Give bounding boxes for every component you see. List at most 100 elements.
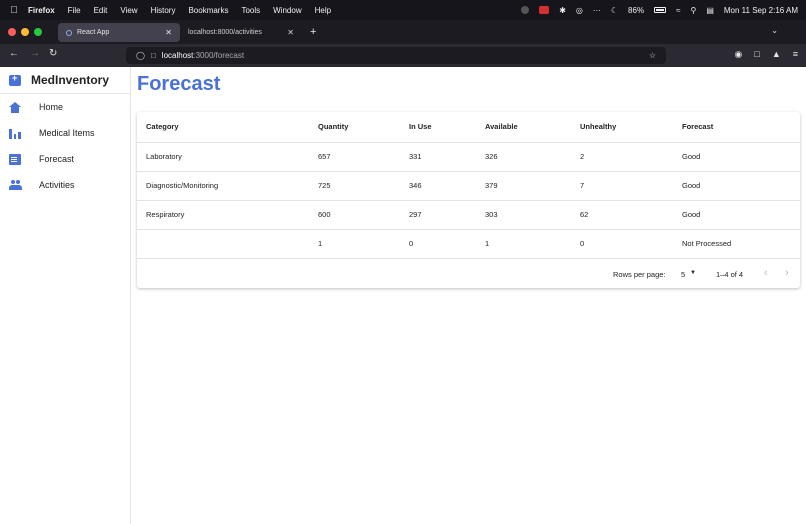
- sidebar-item-medical-items[interactable]: Medical Items: [0, 120, 130, 146]
- menu-history[interactable]: History: [151, 6, 176, 15]
- column-header-in-use: In Use: [400, 112, 476, 143]
- page-info-icon[interactable]: □: [151, 51, 156, 60]
- document-icon: [9, 153, 21, 165]
- pagination-range: 1–4 of 4: [716, 270, 744, 279]
- toolbar-icons: ◉ □ ▲ ≡: [735, 49, 798, 60]
- extensions-icon[interactable]: □: [754, 49, 759, 60]
- cell-in-use: 297: [400, 200, 476, 230]
- sidebar-item-label: Activities: [39, 180, 75, 190]
- cell-unhealthy: 7: [571, 171, 673, 201]
- control-center-icon[interactable]: ▤: [706, 6, 714, 15]
- close-tab-icon[interactable]: ✕: [287, 28, 294, 37]
- cell-unhealthy: 62: [571, 200, 673, 230]
- notification-badge-icon[interactable]: [539, 6, 550, 14]
- cell-forecast: Not Processed: [673, 229, 800, 259]
- reload-icon[interactable]: ↻: [49, 48, 57, 59]
- brand-name: MedInventory: [31, 73, 110, 87]
- cell-category: [137, 229, 309, 259]
- macos-menubar:  Firefox File Edit View History Bookmar…: [0, 0, 806, 20]
- close-window-button[interactable]: [8, 28, 16, 36]
- column-header-quantity: Quantity: [309, 112, 400, 143]
- tab-react-app[interactable]: React App ✕: [58, 23, 180, 42]
- rows-per-page-label: Rows per page:: [613, 270, 666, 279]
- maximize-window-button[interactable]: [34, 28, 42, 36]
- url-host: localhost: [161, 51, 194, 60]
- cell-available: 1: [476, 229, 571, 259]
- sidebar-item-label: Home: [39, 102, 64, 112]
- cell-in-use: 0: [400, 229, 476, 259]
- column-header-available: Available: [476, 112, 571, 143]
- cell-quantity: 725: [309, 171, 400, 201]
- table-row: Diagnostic/Monitoring 725 346 379 7 Good: [137, 171, 800, 201]
- menu-bookmarks[interactable]: Bookmarks: [188, 6, 228, 15]
- cell-category: Laboratory: [137, 142, 309, 172]
- moon-icon[interactable]: ☾: [611, 6, 618, 15]
- cell-forecast: Good: [673, 171, 800, 201]
- column-header-category: Category: [137, 112, 309, 143]
- sidebar-item-label: Medical Items: [39, 128, 95, 138]
- apple-icon[interactable]: : [0, 5, 28, 16]
- cell-unhealthy: 2: [571, 142, 673, 172]
- account-icon[interactable]: ▲: [772, 49, 781, 60]
- sidebar-item-activities[interactable]: Activities: [0, 172, 130, 198]
- sidebar-item-forecast[interactable]: Forecast: [0, 146, 130, 172]
- shield-icon[interactable]: ◯: [136, 51, 145, 60]
- tab-label: React App: [77, 29, 110, 36]
- forward-arrow-icon[interactable]: →: [30, 48, 40, 59]
- close-tab-icon[interactable]: ✕: [165, 28, 172, 37]
- menu-edit[interactable]: Edit: [94, 6, 108, 15]
- menu-file[interactable]: File: [68, 6, 81, 15]
- forecast-table-card: Category Quantity In Use Available Unhea…: [137, 112, 800, 288]
- window-controls: [8, 28, 42, 36]
- new-tab-button[interactable]: +: [310, 26, 316, 38]
- cell-available: 303: [476, 200, 571, 230]
- cell-forecast: Good: [673, 142, 800, 172]
- sidebar-item-home[interactable]: Home: [0, 94, 130, 120]
- cell-in-use: 331: [400, 142, 476, 172]
- wifi-icon[interactable]: ≈: [676, 6, 680, 15]
- play-icon[interactable]: ◎: [576, 6, 583, 15]
- minimize-window-button[interactable]: [21, 28, 29, 36]
- cell-category: Diagnostic/Monitoring: [137, 171, 309, 201]
- list-tabs-chevron-icon[interactable]: ⌄: [771, 26, 778, 35]
- bookmark-star-icon[interactable]: ☆: [649, 51, 656, 60]
- browser-navbar: ← → ↻ ◯ □ localhost:3000/forecast ☆ ◉ □ …: [0, 44, 806, 67]
- brand: MedInventory: [0, 67, 130, 94]
- people-icon: [9, 179, 22, 191]
- battery-percent: 86%: [628, 5, 645, 15]
- menu-view[interactable]: View: [120, 6, 137, 15]
- back-arrow-icon[interactable]: ←: [9, 48, 19, 59]
- table-pagination: Rows per page: 5 ▼ 1–4 of 4 ‹ ›: [137, 260, 800, 288]
- caret-down-icon[interactable]: ▼: [690, 270, 696, 276]
- table-row: Respiratory 600 297 303 62 Good: [137, 200, 800, 230]
- menu-hamburger-icon[interactable]: ≡: [793, 49, 798, 60]
- menu-window[interactable]: Window: [273, 6, 301, 15]
- medical-kit-icon: [9, 73, 21, 86]
- rows-per-page-select[interactable]: 5: [681, 270, 685, 279]
- record-icon[interactable]: [521, 6, 530, 14]
- menu-tools[interactable]: Tools: [241, 6, 260, 15]
- cell-available: 326: [476, 142, 571, 172]
- bluetooth-icon[interactable]: ✱: [559, 6, 566, 15]
- page-title: Forecast: [137, 73, 221, 95]
- clock-datetime[interactable]: Mon 11 Sep 2:16 AM: [724, 6, 798, 15]
- url-bar[interactable]: ◯ □ localhost:3000/forecast ☆: [126, 47, 666, 64]
- dots-icon[interactable]: ···: [593, 6, 601, 15]
- cell-in-use: 346: [400, 171, 476, 201]
- sidebar-item-label: Forecast: [39, 154, 75, 164]
- menu-help[interactable]: Help: [315, 6, 331, 15]
- battery-icon[interactable]: [654, 7, 667, 13]
- previous-page-chevron-icon[interactable]: ‹: [764, 267, 768, 279]
- cell-unhealthy: 0: [571, 229, 673, 259]
- next-page-chevron-icon[interactable]: ›: [785, 267, 789, 279]
- sidebar: MedInventory Home Medical Items Forecast…: [0, 67, 131, 524]
- search-icon[interactable]: ⚲: [690, 6, 696, 15]
- main-content: Forecast Category Quantity In Use Availa…: [131, 67, 806, 524]
- cell-quantity: 1: [309, 229, 400, 259]
- cell-forecast: Good: [673, 200, 800, 230]
- cell-quantity: 657: [309, 142, 400, 172]
- pocket-icon[interactable]: ◉: [735, 49, 743, 60]
- menu-app-name[interactable]: Firefox: [28, 6, 55, 15]
- column-header-forecast: Forecast: [673, 112, 800, 143]
- tab-activities[interactable]: localhost:8000/activities ✕: [180, 23, 302, 42]
